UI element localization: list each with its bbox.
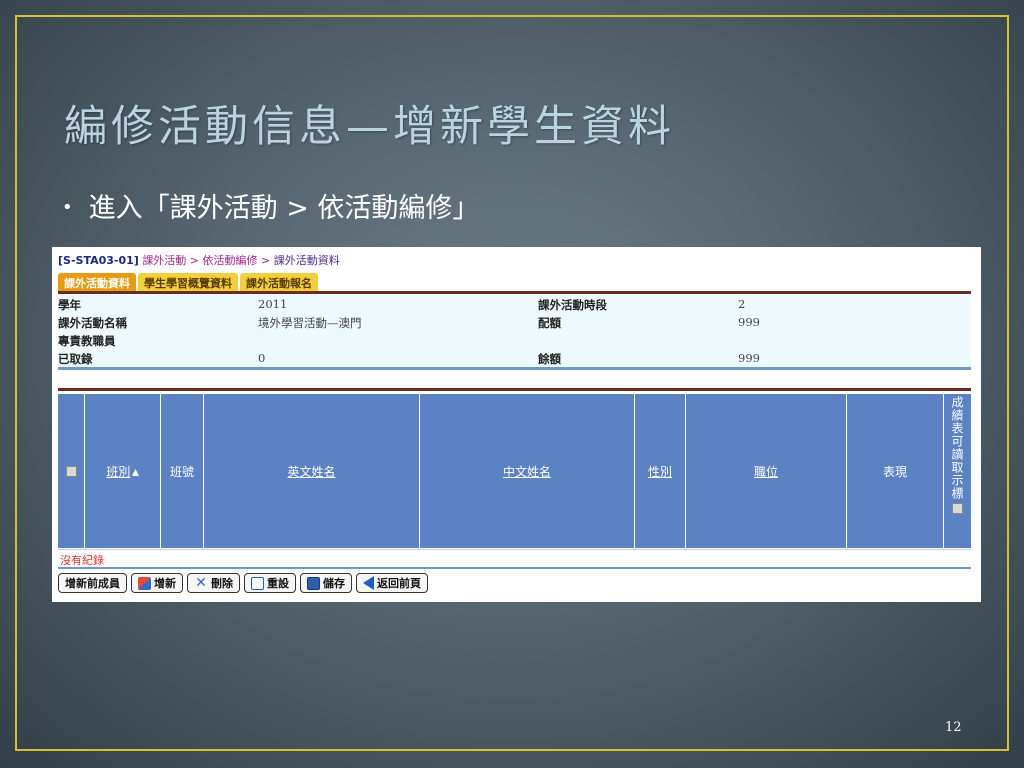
- header-class[interactable]: 班別 ▲: [85, 394, 161, 548]
- add-previous-members-button[interactable]: 增新前成員: [58, 573, 127, 593]
- remaining-label: 餘額: [538, 352, 561, 366]
- remaining-value: 999: [738, 351, 760, 365]
- staff-label: 專責教職員: [58, 334, 116, 348]
- header-gender[interactable]: 性別: [635, 394, 686, 548]
- header-select-all: [58, 394, 85, 548]
- save-button[interactable]: 儲存: [300, 573, 352, 593]
- reset-button[interactable]: 重設: [244, 573, 296, 593]
- quota-value: 999: [738, 315, 760, 329]
- breadcrumb-current: 課外活動資料: [273, 254, 340, 267]
- save-label: 儲存: [323, 577, 345, 590]
- admitted-value: 0: [258, 351, 266, 365]
- quota-label: 配額: [538, 316, 561, 330]
- save-icon: [307, 576, 320, 590]
- report-readable-checkbox[interactable]: [952, 503, 963, 514]
- tab-bar: 課外活動資料 學生學習概覽資料 課外活動報名: [58, 273, 320, 291]
- school-year-label: 學年: [58, 298, 81, 312]
- tab-activity-info[interactable]: 課外活動資料: [58, 273, 136, 291]
- header-performance: 表現: [847, 394, 944, 548]
- delete-button[interactable]: ✕ 刪除: [187, 573, 240, 593]
- tab-underline: [58, 291, 971, 294]
- page-number: 12: [945, 720, 962, 735]
- bullet-marker: •: [62, 197, 73, 218]
- reset-icon: [251, 576, 264, 590]
- app-screenshot: [S-STA03-01] 課外活動 > 依活動編修 > 課外活動資料 課外活動資…: [52, 247, 981, 602]
- screen-code: [S-STA03-01]: [58, 254, 139, 267]
- add-icon: [138, 576, 151, 590]
- admitted-label: 已取錄: [58, 352, 93, 366]
- header-class-number: 班號: [161, 394, 204, 548]
- activity-name-label: 課外活動名稱: [58, 316, 127, 330]
- header-chinese-name[interactable]: 中文姓名: [420, 394, 635, 548]
- select-all-checkbox[interactable]: [65, 465, 77, 477]
- reset-label: 重設: [267, 577, 289, 590]
- bullet-text: 進入「課外活動 > 依活動編修」: [88, 193, 480, 224]
- action-toolbar: 增新前成員 增新 ✕ 刪除 重設 儲存 返回前頁: [58, 573, 432, 593]
- delete-icon: ✕: [195, 574, 207, 591]
- table-top-rule: [58, 388, 971, 391]
- slide-title: 編修活動信息—增新學生資料: [64, 102, 675, 152]
- back-arrow-icon: [363, 576, 374, 590]
- header-position[interactable]: 職位: [686, 394, 847, 548]
- sort-ascending-icon: ▲: [132, 466, 139, 476]
- add-label: 增新: [154, 577, 176, 590]
- header-report-readable: 成績表可讀取示標: [944, 394, 971, 548]
- header-class-label: 班別: [106, 464, 131, 479]
- activity-name-value: 境外學習活動—澳門: [258, 316, 362, 330]
- info-divider: [58, 367, 971, 370]
- breadcrumb-path[interactable]: 課外活動 > 依活動編修 >: [142, 254, 270, 267]
- empty-table-row: 沒有紀錄: [58, 549, 971, 568]
- table-bottom-rule: [58, 567, 971, 569]
- header-english-name[interactable]: 英文姓名: [204, 394, 420, 548]
- add-previous-members-label: 增新前成員: [65, 577, 120, 590]
- period-value: 2: [738, 297, 746, 311]
- tab-learning-overview[interactable]: 學生學習概覽資料: [138, 273, 238, 291]
- add-button[interactable]: 增新: [131, 573, 183, 593]
- tab-activity-registration[interactable]: 課外活動報名: [240, 273, 318, 291]
- delete-label: 刪除: [211, 577, 233, 590]
- bullet-item: • 進入「課外活動 > 依活動編修」: [62, 186, 479, 225]
- school-year-value: 2011: [258, 297, 288, 311]
- activity-info-panel: 學年 2011 課外活動時段 2 課外活動名稱 境外學習活動—澳門 配額 999…: [58, 295, 971, 367]
- back-label: 返回前頁: [377, 577, 421, 590]
- period-label: 課外活動時段: [538, 298, 607, 312]
- back-button[interactable]: 返回前頁: [356, 573, 428, 593]
- student-table: 班別 ▲ 班號 英文姓名 中文姓名 性別 職位 表現 成績表可讀取示標: [58, 394, 971, 552]
- no-records-message: 沒有紀錄: [60, 554, 104, 567]
- breadcrumb: [S-STA03-01] 課外活動 > 依活動編修 > 課外活動資料: [58, 252, 340, 268]
- header-report-readable-label: 成績表可讀取示標: [950, 396, 964, 500]
